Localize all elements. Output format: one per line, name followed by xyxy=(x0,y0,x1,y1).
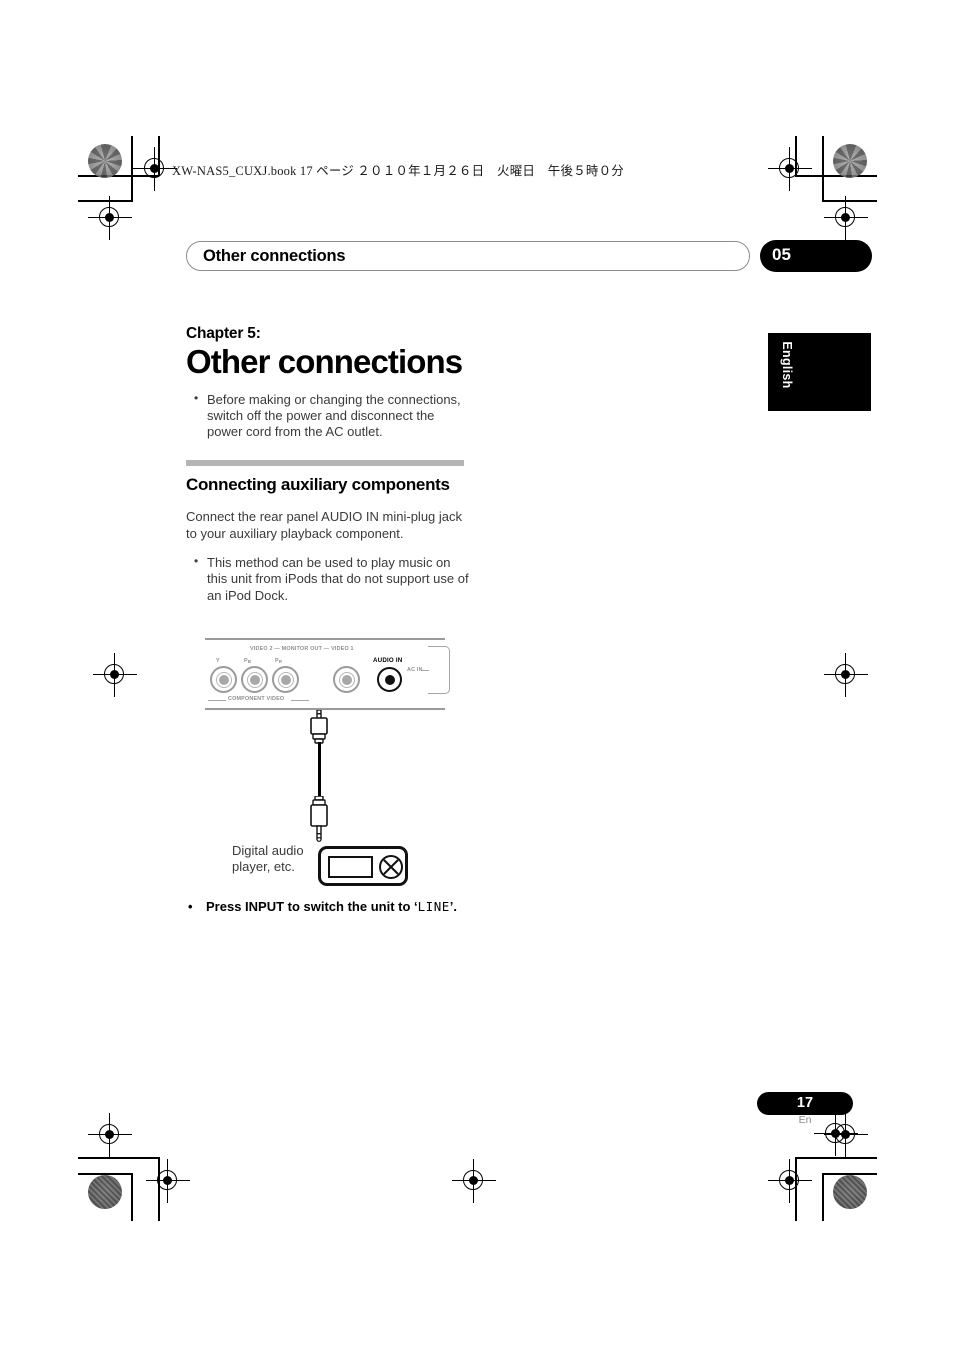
pb-jack-label-sub: B xyxy=(247,659,252,664)
component-video-rule-left xyxy=(208,700,226,701)
mini-plug-top xyxy=(310,710,328,744)
chapter-number-label: 05 xyxy=(772,245,791,264)
component-video-label: COMPONENT VIDEO xyxy=(228,696,285,702)
lcd-display-value: LINE xyxy=(417,899,450,914)
registration-mark-right-middle xyxy=(824,653,868,697)
device-control-wheel-icon xyxy=(379,855,403,879)
final-instruction-text: Press INPUT to switch the unit to ‘LINE’… xyxy=(186,899,586,914)
registration-mark-left-lower xyxy=(88,1113,132,1157)
registration-mark-bottom-left xyxy=(146,1159,190,1203)
page-language-code: En xyxy=(798,1114,812,1126)
registration-mark-top-right xyxy=(768,147,812,191)
running-head-title: Other connections xyxy=(203,247,346,265)
connection-diagram: VIDEO 2 — MONITOR OUT — VIDEO 1 Y PB PR … xyxy=(200,636,450,896)
registration-mark-left-upper xyxy=(88,196,132,240)
audio-in-jack xyxy=(377,667,402,692)
registration-mark-bottom-right xyxy=(768,1159,812,1203)
language-tab: English xyxy=(768,333,871,411)
language-tab-label: English xyxy=(780,341,794,389)
monitor-out-video1-jack xyxy=(333,666,360,693)
rear-panel-top-edge xyxy=(205,638,445,640)
section-paragraph: Connect the rear panel AUDIO IN mini-plu… xyxy=(186,509,463,541)
final-instruction: • Press INPUT to switch the unit to ‘LIN… xyxy=(186,899,586,914)
page-title: Other connections xyxy=(186,343,463,380)
pr-jack-label: PR xyxy=(275,658,282,664)
pr-jack-label-sub: R xyxy=(278,659,283,664)
crop-mark-bottom-left-v xyxy=(131,1173,133,1221)
chapter-number-badge: 05 xyxy=(760,240,872,272)
crop-mark-top-right-v xyxy=(822,136,824,202)
final-instruction-bullet: • xyxy=(188,899,193,914)
device-caption: Digital audio player, etc. xyxy=(232,843,304,875)
source-file-header: XW-NAS5_CUXJ.book 17 ページ ２０１０年１月２６日 火曜日 … xyxy=(172,164,625,178)
y-jack-label: Y xyxy=(216,658,220,664)
section-bullet-list: This method can be used to play music on… xyxy=(186,554,470,604)
intro-bullet-list: Before making or changing the connection… xyxy=(186,391,470,441)
component-video-pb-jack xyxy=(241,666,268,693)
component-video-pr-jack xyxy=(272,666,299,693)
halftone-dot-bottom-left xyxy=(88,1175,122,1209)
page-number: 17 xyxy=(796,1095,814,1111)
final-instruction-text-before: Press INPUT to switch the unit to ‘ xyxy=(206,899,418,914)
pb-jack-label: PB xyxy=(244,658,251,664)
component-video-rule-right xyxy=(291,700,309,701)
registration-mark-right-upper xyxy=(824,196,868,240)
running-head-pill: Other connections xyxy=(186,241,750,271)
final-instruction-text-after: ’. xyxy=(449,899,457,914)
main-text-column: Chapter 5: Other connections Before maki… xyxy=(186,325,470,605)
ac-in-socket-bracket xyxy=(428,646,450,694)
halftone-dot-top-left xyxy=(88,144,122,178)
device-screen xyxy=(328,856,373,878)
halftone-dot-top-right xyxy=(833,144,867,178)
audio-in-label: AUDIO IN xyxy=(373,657,403,664)
mini-plug-cable xyxy=(318,742,321,798)
section-title: Connecting auxiliary components xyxy=(186,474,450,494)
component-video-y-jack xyxy=(210,666,237,693)
chapter-eyebrow: Chapter 5: xyxy=(186,325,261,342)
registration-mark-top-left xyxy=(133,147,177,191)
list-item: This method can be used to play music on… xyxy=(186,554,470,604)
page-number-badge: 17 xyxy=(757,1092,853,1115)
ac-in-label: AC IN xyxy=(407,667,423,673)
section-rule xyxy=(186,459,464,466)
halftone-dot-bottom-right xyxy=(833,1175,867,1209)
crop-mark-bottom-right-v xyxy=(822,1173,824,1221)
monitor-out-label: VIDEO 2 — MONITOR OUT — VIDEO 1 xyxy=(250,646,354,652)
mini-plug-bottom xyxy=(310,796,328,842)
list-item: Before making or changing the connection… xyxy=(186,391,470,441)
registration-mark-bottom-centre xyxy=(452,1159,496,1203)
registration-mark-left-middle xyxy=(93,653,137,697)
digital-audio-player-illustration xyxy=(318,846,408,886)
